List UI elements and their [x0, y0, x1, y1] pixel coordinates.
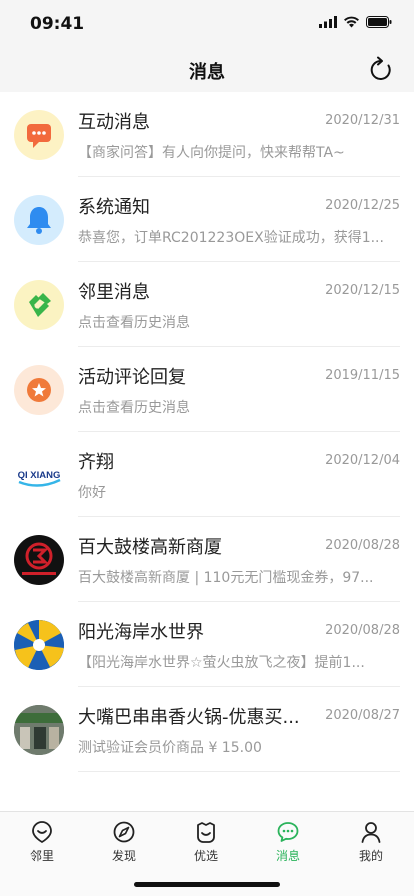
qixiang-avatar: QI XIANG [14, 450, 64, 500]
waterpark-avatar [14, 620, 64, 670]
message-title: 齐翔 [78, 452, 114, 473]
message-title: 大嘴巴串串香火锅-优惠买... [78, 707, 300, 728]
message-date: 2020/12/04 [325, 453, 400, 468]
message-preview: 你好 [78, 485, 106, 501]
refresh-icon[interactable] [368, 56, 394, 84]
message-row[interactable]: 系统通知 2020/12/25 恭喜您，订单RC201223OEX验证成功，获得… [0, 177, 414, 262]
tab-profile[interactable]: 我的 [341, 820, 401, 864]
neighborhood-avatar [14, 280, 64, 330]
message-icon [277, 822, 299, 842]
bell-icon [27, 207, 51, 234]
message-title: 阳光海岸水世界 [78, 622, 204, 643]
compass-icon [113, 821, 135, 843]
message-row[interactable]: 大嘴巴串串香火锅-优惠买... 2020/08/27 测试验证会员价商品 ¥ 1… [0, 687, 414, 772]
tab-label: 发现 [111, 849, 136, 863]
store-avatar [14, 535, 64, 585]
profile-icon [361, 822, 381, 843]
smile-bag-icon [197, 822, 215, 843]
tab-label: 优选 [193, 849, 218, 863]
message-row[interactable]: QI XIANG 齐翔 2020/12/04 你好 [0, 432, 414, 517]
page-title: 消息 [189, 62, 225, 83]
message-title: 活动评论回复 [78, 367, 186, 388]
nav-bar: 消息 [0, 48, 414, 92]
message-date: 2020/12/25 [325, 198, 400, 213]
status-icons [319, 16, 392, 28]
message-date: 2020/08/28 [325, 538, 400, 553]
signal-icon [319, 16, 337, 28]
restaurant-photo [14, 705, 64, 755]
battery-icon [366, 16, 392, 28]
message-date: 2020/12/15 [325, 283, 400, 298]
system-avatar [14, 195, 64, 245]
message-preview: 【阳光海岸水世界☆萤火虫放飞之夜】提前1... [78, 655, 365, 671]
tab-label: 邻里 [29, 849, 54, 863]
message-preview: 测试验证会员价商品 ¥ 15.00 [78, 740, 262, 756]
status-time: 09:41 [30, 14, 85, 34]
svg-text:QI XIANG: QI XIANG [18, 470, 61, 481]
message-preview: 点击查看历史消息 [78, 400, 190, 416]
handshake-icon [29, 293, 51, 317]
activity-avatar [14, 365, 64, 415]
message-row[interactable]: 活动评论回复 2019/11/15 点击查看历史消息 [0, 347, 414, 432]
message-row[interactable]: 邻里消息 2020/12/15 点击查看历史消息 [0, 262, 414, 347]
message-row[interactable]: 阳光海岸水世界 2020/08/28 【阳光海岸水世界☆萤火虫放飞之夜】提前1.… [0, 602, 414, 687]
store-logo [22, 542, 56, 575]
tab-select[interactable]: 优选 [176, 820, 236, 864]
tab-neighborhood[interactable]: 邻里 [12, 820, 72, 864]
tab-label: 消息 [275, 849, 300, 863]
message-title: 互动消息 [78, 112, 150, 133]
star-badge-icon [27, 378, 51, 402]
qixiang-logo: QI XIANG [18, 470, 61, 487]
message-preview: 【商家问答】有人向你提问，快来帮帮TA~ [78, 145, 345, 161]
interaction-avatar [14, 110, 64, 160]
message-row[interactable]: 互动消息 2020/12/31 【商家问答】有人向你提问，快来帮帮TA~ [0, 92, 414, 177]
message-preview: 恭喜您，订单RC201223OEX验证成功，获得1... [78, 230, 384, 246]
neighborhood-icon [32, 821, 52, 844]
message-title: 系统通知 [78, 197, 150, 218]
wifi-icon [344, 16, 359, 28]
message-list: 互动消息 2020/12/31 【商家问答】有人向你提问，快来帮帮TA~ 系统通… [0, 92, 414, 772]
message-preview: 点击查看历史消息 [78, 315, 190, 331]
message-date: 2020/08/28 [325, 623, 400, 638]
tab-messages[interactable]: 消息 [258, 820, 318, 864]
message-title: 百大鼓楼高新商厦 [78, 537, 222, 558]
message-row[interactable]: 百大鼓楼高新商厦 2020/08/28 百大鼓楼高新商厦 | 110元无门槛现金… [0, 517, 414, 602]
divider [78, 771, 400, 772]
chat-bubble-icon [27, 124, 51, 148]
tab-label: 我的 [358, 849, 383, 863]
message-date: 2020/08/27 [325, 708, 400, 723]
status-bar: 09:41 [0, 0, 414, 48]
home-indicator[interactable] [134, 882, 280, 887]
waterpark-logo [14, 620, 64, 670]
tab-discover[interactable]: 发现 [94, 820, 154, 864]
message-date: 2019/11/15 [325, 368, 400, 383]
message-preview: 百大鼓楼高新商厦 | 110元无门槛现金券，97... [78, 570, 374, 586]
message-title: 邻里消息 [78, 282, 150, 303]
message-date: 2020/12/31 [325, 113, 400, 128]
restaurant-avatar [14, 705, 64, 755]
